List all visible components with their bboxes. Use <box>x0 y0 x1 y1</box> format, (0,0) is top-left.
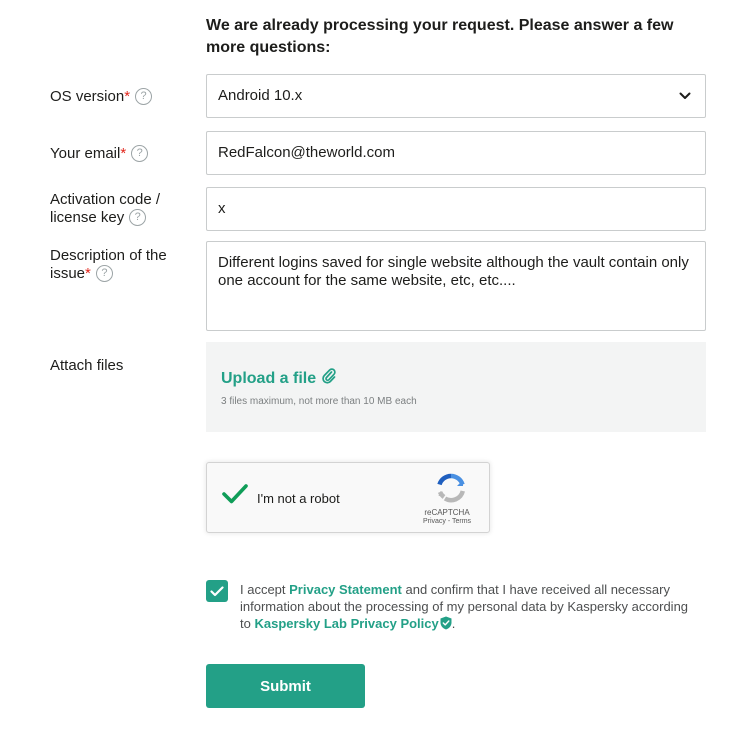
os-version-label-text: OS version <box>50 88 125 105</box>
consent-checkbox[interactable] <box>206 580 228 602</box>
recaptcha-terms-link[interactable]: Terms <box>452 518 471 525</box>
activation-code-label: Activation code / license key? <box>50 191 200 227</box>
help-icon[interactable]: ? <box>131 144 149 162</box>
recaptcha-links: Privacy - Terms <box>417 518 477 525</box>
attach-files-label: Attach files <box>50 357 124 374</box>
description-label-line1: Description of the <box>50 247 167 264</box>
privacy-policy-link[interactable]: Kaspersky Lab Privacy Policy <box>254 616 438 631</box>
upload-limits-note: 3 files maximum, not more than 10 MB eac… <box>221 396 417 407</box>
email-label: Your email*? <box>50 144 200 163</box>
recaptcha-privacy-link[interactable]: Privacy <box>423 518 446 525</box>
description-label: Description of the issue*? <box>50 247 200 283</box>
consent-text-part1: I accept <box>240 582 290 597</box>
os-version-value: Android 10.x <box>218 87 303 104</box>
description-label-line2: issue <box>50 265 86 282</box>
checkbox-check-icon <box>210 585 224 596</box>
shield-icon <box>440 616 452 634</box>
activation-code-value: x <box>218 200 226 217</box>
consent-text-part3: . <box>451 616 456 631</box>
os-version-select[interactable]: Android 10.x <box>206 74 706 118</box>
upload-file-link-text: Upload a file <box>221 369 317 387</box>
help-icon[interactable]: ? <box>95 264 113 282</box>
activation-code-field[interactable]: x <box>206 187 706 231</box>
required-asterisk: * <box>124 88 131 105</box>
not-robot-label: I'm not a robot <box>257 491 340 506</box>
email-label-text: Your email <box>50 145 121 162</box>
description-textarea[interactable]: Different logins saved for single websit… <box>206 241 706 331</box>
upload-file-link[interactable]: Upload a file <box>221 368 336 389</box>
activation-code-label-line2: license key <box>50 209 125 226</box>
paperclip-icon <box>316 368 336 389</box>
checkmark-icon[interactable] <box>221 482 249 511</box>
help-icon[interactable]: ? <box>135 87 153 105</box>
required-asterisk: * <box>120 145 127 162</box>
submit-button[interactable]: Submit <box>206 664 365 708</box>
recaptcha-widget: I'm not a robot reCAPTCHA Privacy - Term… <box>206 462 490 533</box>
required-asterisk: * <box>85 265 91 282</box>
upload-dropzone[interactable]: Upload a file 3 files maximum, not more … <box>206 342 706 432</box>
privacy-statement-link[interactable]: Privacy Statement <box>289 582 402 597</box>
consent-text: I accept Privacy Statement and confirm t… <box>240 581 700 634</box>
os-version-label: OS version*? <box>50 87 200 106</box>
email-value: RedFalcon@theworld.com <box>218 144 395 161</box>
recaptcha-brand: reCAPTCHA <box>424 508 470 517</box>
form-heading: We are already processing your request. … <box>206 17 674 56</box>
chevron-down-icon <box>679 75 691 117</box>
activation-code-label-line1: Activation code / <box>50 191 161 208</box>
help-icon[interactable]: ? <box>129 208 147 226</box>
email-field[interactable]: RedFalcon@theworld.com <box>206 131 706 175</box>
recaptcha-logo-icon <box>435 472 467 509</box>
description-value: Different logins saved for single websit… <box>218 254 689 289</box>
